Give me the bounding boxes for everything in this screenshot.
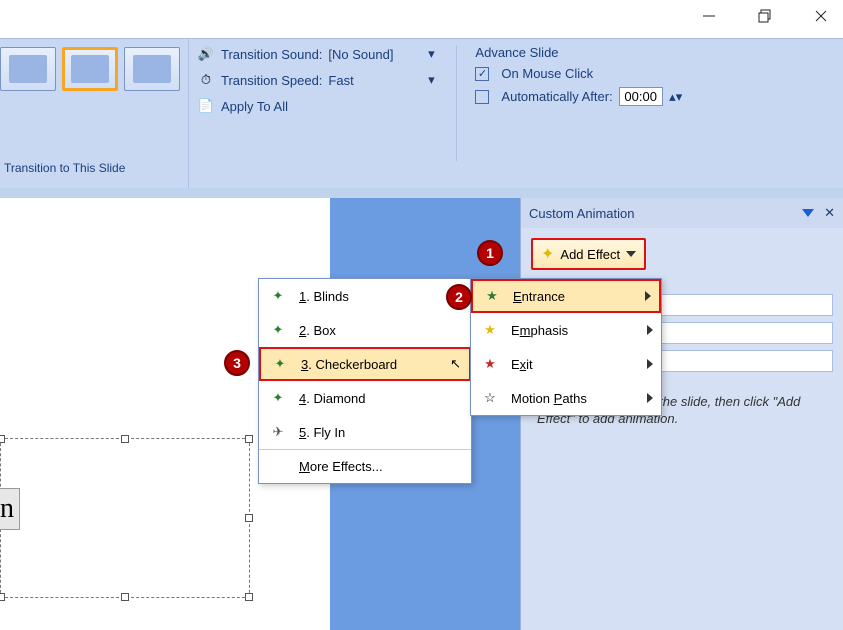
resize-handle[interactable] (245, 593, 253, 601)
transition-sound-value[interactable]: [No Sound] (328, 47, 418, 62)
resize-handle[interactable] (245, 514, 253, 522)
resize-handle[interactable] (245, 435, 253, 443)
transition-sound-label: Transition Sound: (221, 47, 322, 62)
placeholder-box[interactable] (0, 438, 250, 598)
step-badge-3: 3 (224, 350, 250, 376)
effect-icon: ✦ (269, 353, 291, 375)
auto-after-label: Automatically After: (501, 89, 612, 104)
effect-box[interactable]: ✦ 2. Box (259, 313, 471, 347)
blank-icon (267, 456, 289, 478)
add-effect-label: Add Effect (560, 247, 620, 262)
taskpane-menu-icon[interactable] (802, 209, 814, 217)
resize-handle[interactable] (0, 593, 5, 601)
auto-after-value[interactable]: 00:00 (619, 87, 663, 106)
title-bar (0, 0, 843, 32)
transition-thumb[interactable] (124, 47, 180, 91)
transition-thumb[interactable] (0, 47, 56, 91)
chevron-right-icon (647, 393, 653, 403)
menu-entrance[interactable]: ★ Entrance (471, 279, 661, 313)
resize-handle[interactable] (0, 435, 5, 443)
text-shape[interactable]: n (0, 488, 20, 530)
menu-exit[interactable]: ★ Exit (471, 347, 661, 381)
minimize-button[interactable] (695, 2, 723, 30)
on-mouse-click-checkbox[interactable]: ✓ (475, 67, 489, 81)
entrance-icon: ★ (481, 285, 503, 307)
resize-handle[interactable] (121, 435, 129, 443)
apply-to-all-button[interactable]: Apply To All (221, 99, 288, 114)
add-effect-button[interactable]: ✦ Add Effect (531, 238, 646, 270)
entrance-label: ntrance (522, 289, 565, 304)
effect-icon: ✦ (267, 319, 289, 341)
on-mouse-click-label: On Mouse Click (501, 66, 593, 81)
effect-more-effects[interactable]: More Effects... (259, 449, 471, 483)
taskpane-close-icon[interactable]: ✕ (824, 205, 835, 221)
effect-blinds[interactable]: ✦ 1. Blinds (259, 279, 471, 313)
gallery-caption: Transition to This Slide (4, 161, 125, 175)
taskpane-title: Custom Animation (529, 206, 635, 221)
transition-speed-value[interactable]: Fast (328, 73, 418, 88)
effect-category-menu: ★ Entrance ★ Emphasis ★ Exit ☆ Motion Pa… (470, 278, 662, 416)
transition-sound-dropdown[interactable]: ▾ (424, 46, 438, 62)
effect-fly-in[interactable]: ✈ 5. Fly In (259, 415, 471, 449)
ribbon: Transition to This Slide 🔊 Transition So… (0, 38, 843, 188)
auto-after-spinner[interactable]: ▴▾ (669, 89, 683, 105)
auto-after-checkbox[interactable]: ✓ (475, 90, 489, 104)
ribbon-divider (456, 45, 457, 161)
taskpane-header: Custom Animation ✕ (521, 198, 843, 228)
star-icon: ✦ (541, 244, 554, 264)
restore-button[interactable] (751, 2, 779, 30)
menu-emphasis[interactable]: ★ Emphasis (471, 313, 661, 347)
apply-all-icon: 📄 (197, 97, 215, 115)
chevron-right-icon (647, 325, 653, 335)
advance-slide-label: Advance Slide (475, 45, 682, 60)
speed-icon: ⏱ (197, 71, 215, 89)
chevron-right-icon (647, 359, 653, 369)
effect-icon: ✦ (267, 285, 289, 307)
exit-icon: ★ (479, 353, 501, 375)
sound-icon: 🔊 (197, 45, 215, 63)
close-button[interactable] (807, 2, 835, 30)
entrance-effects-submenu: ✦ 1. Blinds ✦ 2. Box ✦ 3. Checkerboard ↖… (258, 278, 472, 484)
resize-handle[interactable] (121, 593, 129, 601)
transition-thumb-selected[interactable] (62, 47, 118, 91)
transition-speed-label: Transition Speed: (221, 73, 322, 88)
effect-icon: ✦ (267, 387, 289, 409)
transition-speed-dropdown[interactable]: ▾ (424, 72, 438, 88)
cursor-icon: ↖ (450, 356, 461, 372)
step-badge-1: 1 (477, 240, 503, 266)
effect-icon: ✈ (267, 421, 289, 443)
effect-checkerboard[interactable]: ✦ 3. Checkerboard ↖ (259, 347, 471, 381)
step-badge-2: 2 (446, 284, 472, 310)
menu-motion-paths[interactable]: ☆ Motion Paths (471, 381, 661, 415)
motion-path-icon: ☆ (479, 387, 501, 409)
chevron-right-icon (645, 291, 651, 301)
dropdown-icon (626, 251, 636, 257)
emphasis-icon: ★ (479, 319, 501, 341)
effect-diamond[interactable]: ✦ 4. Diamond (259, 381, 471, 415)
